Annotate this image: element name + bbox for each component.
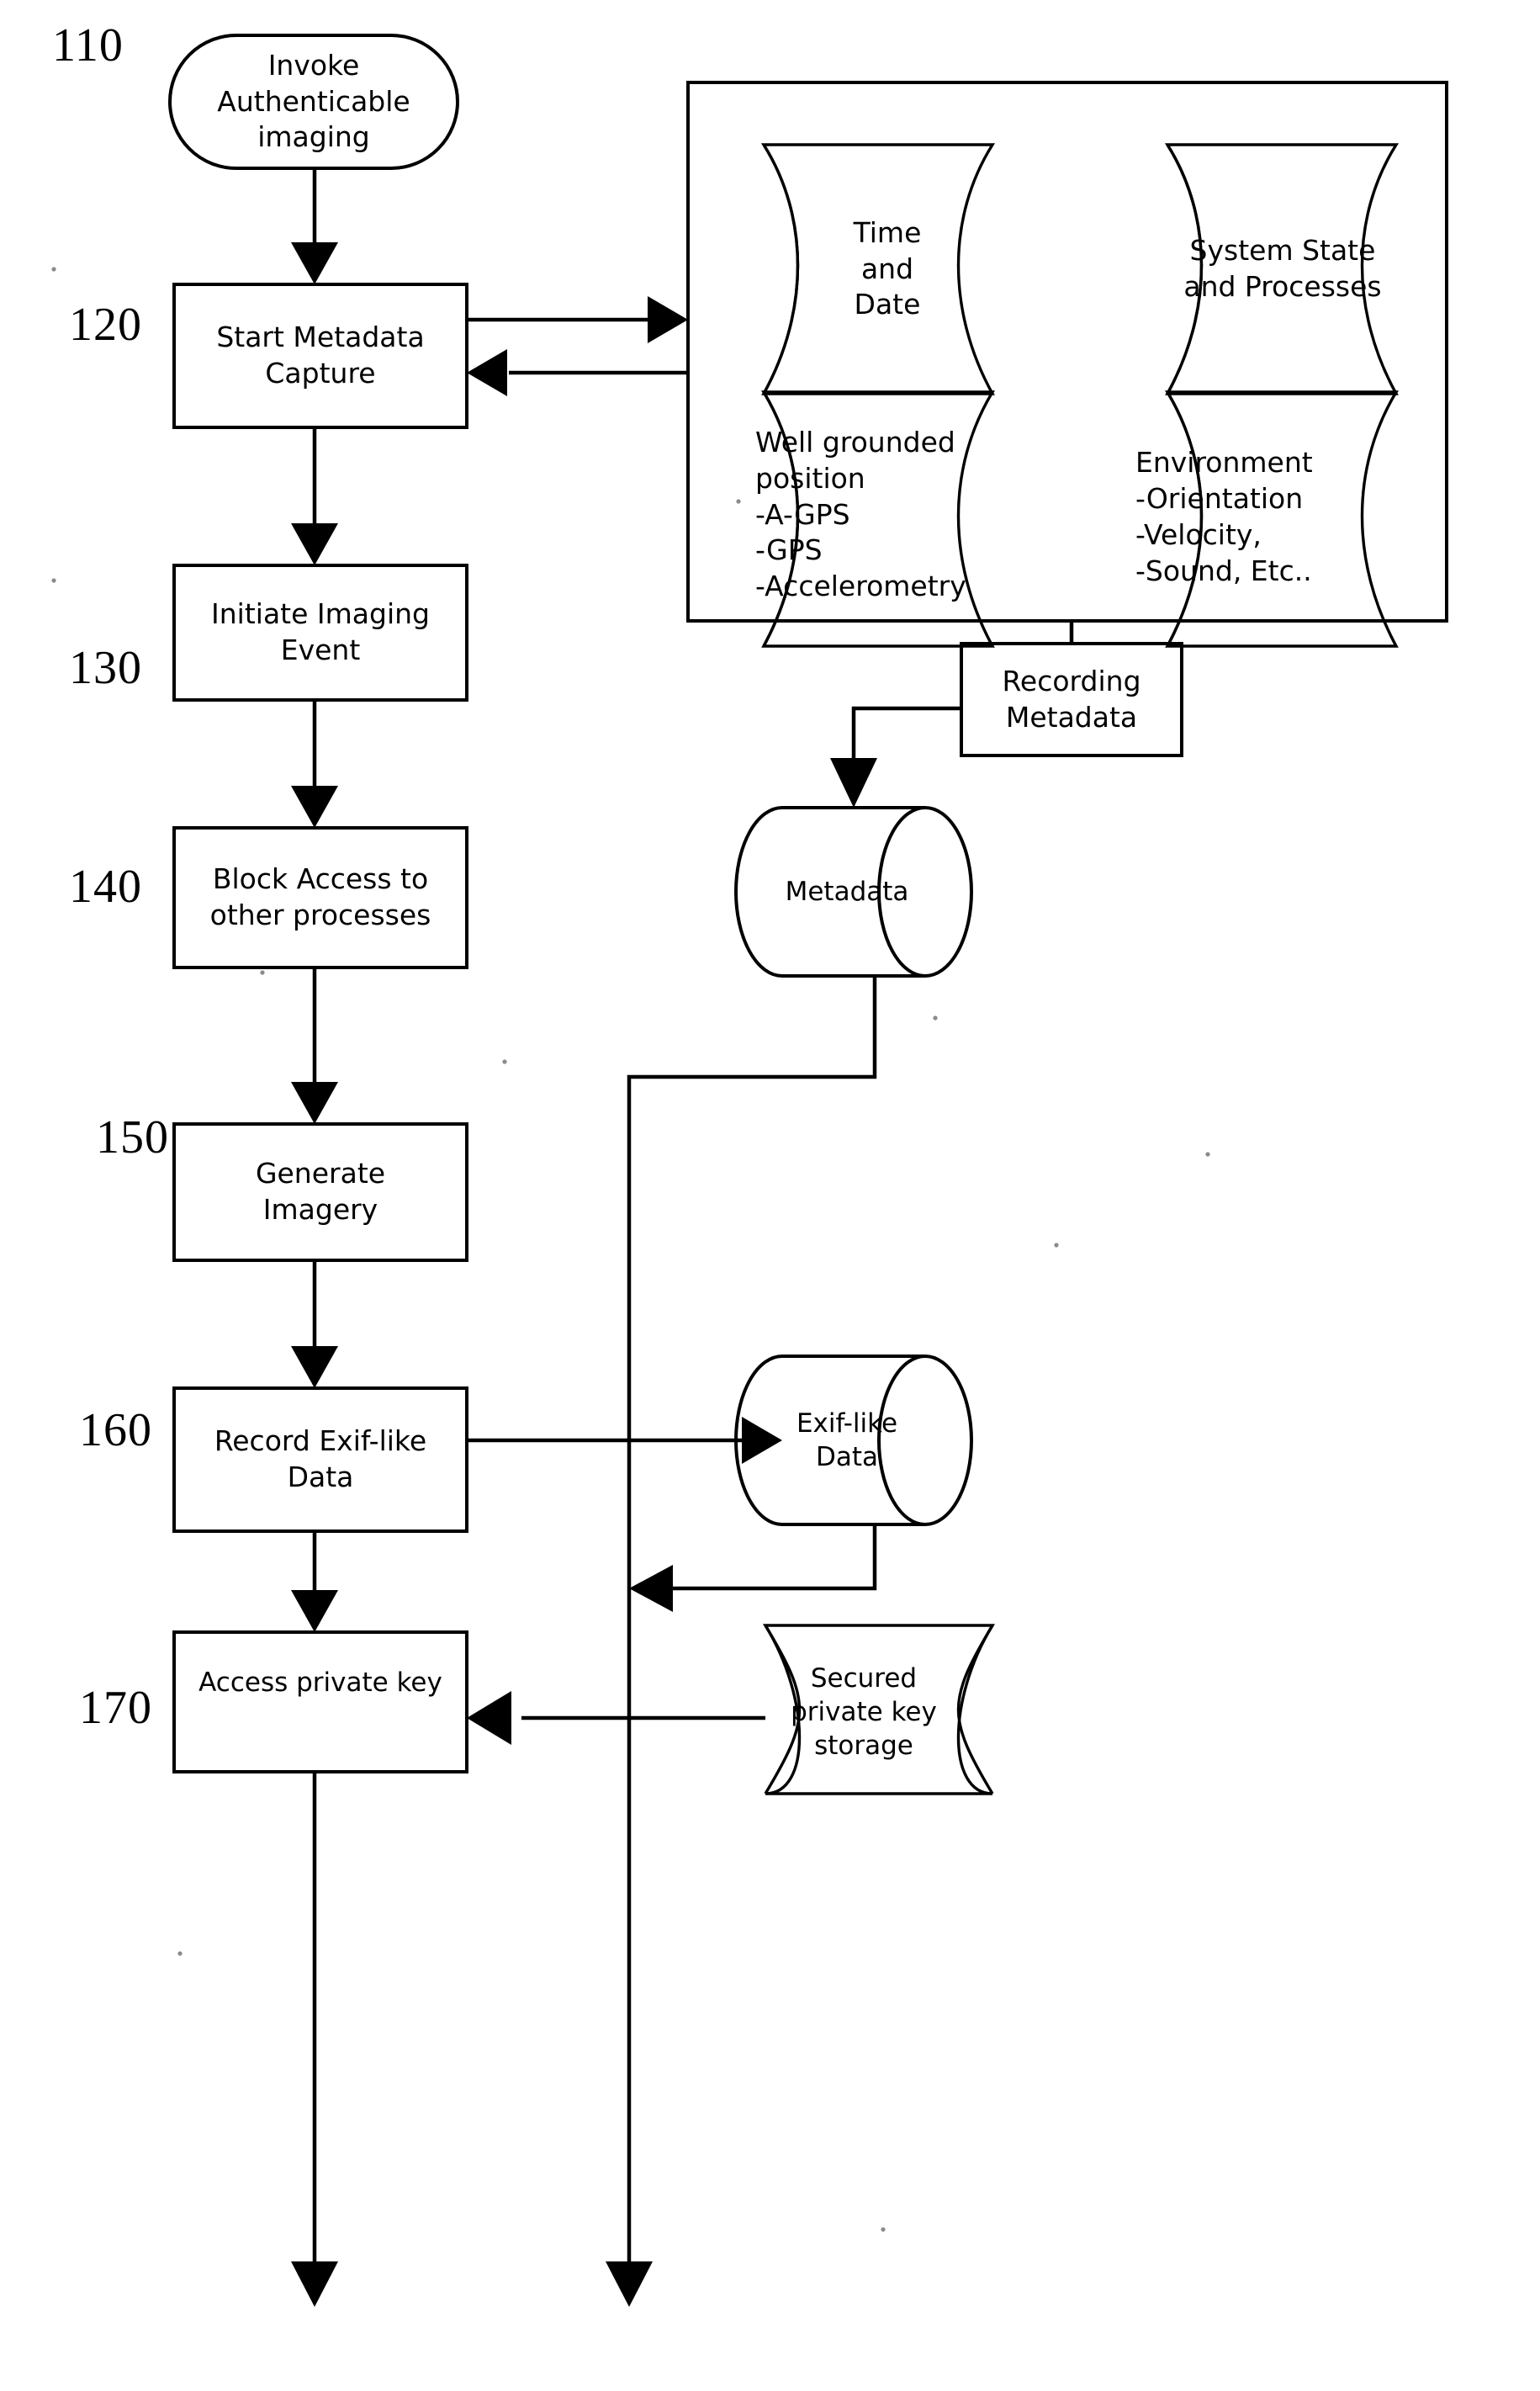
- connector-metadata-store-to-bottom: [627, 976, 877, 2265]
- node-recording-metadata-shape[interactable]: [960, 642, 1183, 757]
- ref-numeral-150: 150: [96, 1111, 169, 1164]
- arrowhead-record-to-access-key: [291, 1590, 338, 1632]
- arrowhead-key-store-to-access-key: [467, 1691, 511, 1745]
- source-environment-left-curve: [1166, 391, 1204, 647]
- arrowhead-flow-bottom-left: [291, 2261, 338, 2307]
- scan-speck: [736, 499, 741, 504]
- patent-flowchart-figure: 110 120 130 140 150 160 170 Invoke Authe…: [0, 0, 1540, 2391]
- source-time-and-date-left-curve: [762, 144, 800, 395]
- scan-speck: [51, 267, 56, 272]
- source-system-state-left-curve: [1166, 144, 1204, 395]
- flowchart-vector-layer: [51, 34, 1448, 2307]
- arrowhead-start-to-metadata-group: [648, 296, 688, 343]
- ref-numeral-120: 120: [69, 299, 142, 351]
- ref-numeral-160: 160: [79, 1404, 152, 1456]
- arrowhead-invoke-to-start: [291, 242, 338, 284]
- ref-numeral-170: 170: [79, 1682, 152, 1734]
- node-generate-shape[interactable]: [172, 1122, 468, 1262]
- scan-speck: [933, 1015, 938, 1021]
- scan-speck: [881, 2227, 886, 2232]
- node-initiate-shape[interactable]: [172, 564, 468, 702]
- arrowhead-metadata-group-to-start: [467, 349, 507, 396]
- arrowhead-recording-to-metadata-store: [830, 758, 877, 808]
- store-exif-end-cap: [877, 1355, 926, 1526]
- arrowhead-generate-to-record: [291, 1346, 338, 1388]
- scan-speck: [177, 1951, 183, 1956]
- ref-numeral-130: 130: [69, 642, 142, 694]
- connector-exif-store-to-trunk: [673, 1524, 877, 1591]
- scan-speck: [1205, 1152, 1210, 1157]
- metadata-sources-group-shape: [686, 81, 1448, 623]
- arrowhead-initiate-to-block: [291, 786, 338, 828]
- ref-numeral-110: 110: [52, 19, 124, 72]
- store-metadata-end-cap: [877, 806, 926, 978]
- scan-speck: [260, 970, 265, 975]
- scan-speck: [502, 1059, 507, 1064]
- scan-speck: [51, 578, 56, 583]
- ref-numeral-140: 140: [69, 861, 142, 913]
- scan-speck: [1054, 1243, 1059, 1248]
- connector-recording-to-metadata-store: [851, 706, 961, 761]
- arrowhead-record-to-exif-store: [742, 1417, 782, 1464]
- arrowhead-start-to-initiate: [291, 523, 338, 565]
- source-well-grounded-position-left-curve: [762, 391, 800, 647]
- store-metadata-shape[interactable]: [734, 806, 973, 978]
- arrowhead-flow-bottom-right: [606, 2261, 653, 2307]
- arrowhead-exif-store-to-trunk: [629, 1565, 673, 1612]
- node-invoke-shape[interactable]: [168, 34, 459, 170]
- node-start-capture-shape[interactable]: [172, 283, 468, 429]
- arrowhead-block-to-generate: [291, 1082, 338, 1124]
- node-access-key-shape[interactable]: [172, 1630, 468, 1773]
- node-block-access-shape[interactable]: [172, 826, 468, 969]
- node-record-exif-shape[interactable]: [172, 1386, 468, 1533]
